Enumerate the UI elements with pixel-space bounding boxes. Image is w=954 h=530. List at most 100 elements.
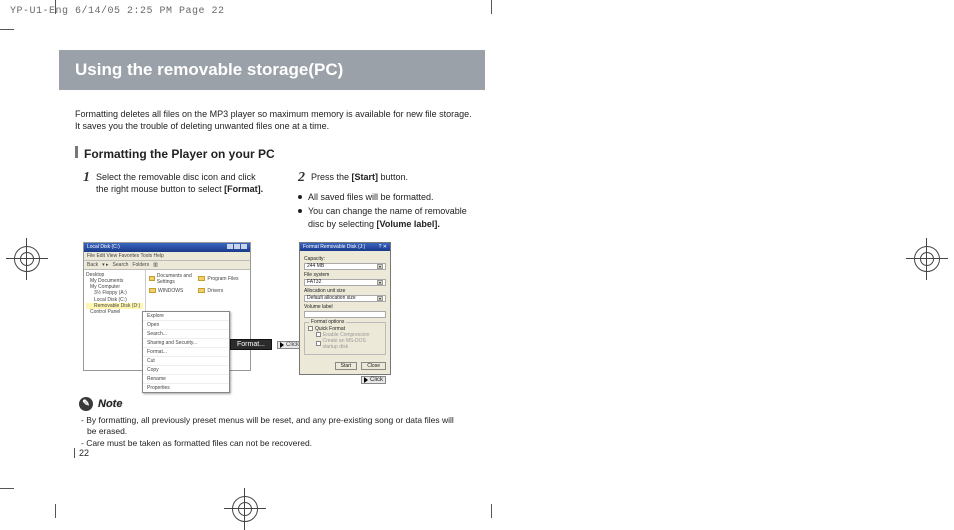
window-controls: [226, 244, 247, 251]
checkbox-icon: [308, 326, 313, 331]
help-close-icons: ? ✕: [379, 244, 387, 250]
context-menu-item: Explore: [143, 312, 229, 321]
allocation-label: Allocation unit size: [304, 288, 386, 294]
context-menu-item: Sharing and Security...: [143, 339, 229, 348]
page-number: 22: [74, 448, 89, 458]
crop-mark: [0, 488, 14, 489]
bullet-bold: [Volume label].: [377, 219, 440, 229]
registration-mark-icon: [14, 246, 40, 272]
dialog-titlebar: Format Removable Disk (J:) ? ✕: [300, 243, 390, 251]
registration-mark-icon: [232, 496, 258, 522]
page-title-band: Using the removable storage(PC): [55, 50, 485, 90]
group-legend: Format options: [309, 319, 346, 325]
folder-label: Program Files: [207, 276, 238, 282]
folder-item: Documents and Settings: [149, 273, 197, 285]
capacity-value: 244 MB: [307, 263, 324, 269]
step-bullet: You can change the name of removable dis…: [298, 205, 485, 229]
section-bar-icon: [75, 146, 78, 158]
volume-label-field: [304, 311, 386, 318]
explorer-screenshot: Local Disk (C:) File Edit View Favorites…: [83, 242, 251, 371]
dialog-title-text: Format Removable Disk (J:): [303, 244, 365, 250]
note-icon: ✎: [79, 397, 93, 411]
msdos-label: Create an MS-DOS startup disk: [323, 338, 382, 350]
folder-label: WINDOWS: [158, 288, 183, 294]
folders-button: Folders: [132, 262, 149, 268]
tree-node: Control Panel: [86, 309, 143, 315]
start-button: Start: [335, 362, 358, 370]
folder-icon: [198, 288, 205, 293]
search-button: Search: [113, 262, 129, 268]
click-callout: Click: [361, 376, 386, 384]
registration-mark-icon: [914, 246, 940, 272]
filesystem-field: FAT32 ▾: [304, 279, 386, 286]
explorer-title-text: Local Disk (C:): [87, 244, 120, 251]
dropdown-icon: ▾: [377, 264, 383, 269]
cursor-icon: [280, 342, 284, 348]
folder-item: Drivers: [198, 288, 246, 294]
note-item: - By formatting, all previously preset m…: [79, 415, 459, 438]
manual-page: Using the removable storage(PC) Formatti…: [55, 50, 485, 470]
msdos-checkbox: Create an MS-DOS startup disk: [308, 338, 382, 350]
step-text-pre: Press the: [311, 172, 352, 182]
page-title: Using the removable storage(PC): [75, 60, 469, 80]
crop-mark: [55, 0, 56, 14]
folder-icon: [149, 276, 155, 281]
step-text: Select the removable disc icon and click…: [96, 171, 270, 195]
context-menu-item: Format...: [143, 348, 229, 357]
filesystem-label: File system: [304, 272, 386, 278]
context-menu-item: Open: [143, 321, 229, 330]
note-block: ✎ Note - By formatting, all previously p…: [79, 397, 459, 449]
context-menu-item: Properties: [143, 384, 229, 392]
back-button: Back: [87, 262, 98, 268]
folder-icon: [198, 276, 205, 281]
step-text-bold: [Format].: [224, 184, 263, 194]
format-dialog-screenshot: Format Removable Disk (J:) ? ✕ Capacity:…: [299, 242, 391, 375]
explorer-toolbar: Back ▾ ▸ Search Folders ▥: [84, 261, 250, 270]
format-options-group: Format options Quick Format Enable Compr…: [304, 322, 386, 355]
checkbox-icon: [316, 332, 321, 337]
click-label: Click: [286, 342, 299, 348]
step-number: 2: [298, 171, 305, 185]
note-item: - Care must be taken as formatted files …: [79, 438, 459, 449]
crop-mark: [491, 504, 492, 518]
format-flyout-label: Format...: [230, 339, 272, 350]
crop-mark: [55, 504, 56, 518]
step-text-post: button.: [378, 172, 408, 182]
allocation-field: Default allocation size ▾: [304, 295, 386, 302]
explorer-menubar: File Edit View Favorites Tools Help: [84, 252, 250, 261]
checkbox-icon: [316, 341, 321, 346]
filesystem-value: FAT32: [307, 279, 321, 285]
close-button: Close: [361, 362, 386, 370]
context-menu-item: Rename: [143, 375, 229, 384]
dropdown-icon: ▾: [377, 280, 383, 285]
capacity-field: 244 MB ▾: [304, 263, 386, 270]
context-menu-item: Copy: [143, 366, 229, 375]
capacity-label: Capacity:: [304, 256, 386, 262]
folder-label: Documents and Settings: [157, 273, 197, 285]
volume-label-label: Volume label: [304, 304, 386, 310]
step-text-bold: [Start]: [352, 172, 379, 182]
folder-item: Program Files: [198, 276, 246, 282]
context-menu-item: Search...: [143, 330, 229, 339]
allocation-value: Default allocation size: [307, 295, 356, 301]
section-title: Formatting the Player on your PC: [84, 147, 275, 161]
context-menu-item: Cut: [143, 357, 229, 366]
click-label: Click: [370, 377, 383, 383]
step-bullet: All saved files will be formatted.: [298, 191, 485, 203]
intro-line-1: Formatting deletes all files on the MP3 …: [75, 109, 472, 119]
cursor-icon: [364, 377, 368, 383]
folder-item: WINDOWS: [149, 288, 197, 294]
section-heading: Formatting the Player on your PC: [75, 146, 485, 161]
print-header: YP-U1-Eng 6/14/05 2:25 PM Page 22: [10, 6, 225, 17]
crop-mark: [0, 29, 14, 30]
step-2: 2 Press the [Start] button. All saved fi…: [298, 171, 485, 231]
crop-mark: [491, 0, 492, 14]
step-number: 1: [83, 171, 90, 195]
intro-paragraph: Formatting deletes all files on the MP3 …: [75, 108, 481, 132]
explorer-titlebar: Local Disk (C:): [84, 243, 250, 252]
step-1: 1 Select the removable disc icon and cli…: [83, 171, 270, 231]
dropdown-icon: ▾: [377, 296, 383, 301]
step-text: Press the [Start] button.: [311, 171, 408, 185]
intro-line-2: It saves you the trouble of deleting unw…: [75, 121, 329, 131]
context-menu: Explore Open Search... Sharing and Secur…: [142, 311, 230, 393]
